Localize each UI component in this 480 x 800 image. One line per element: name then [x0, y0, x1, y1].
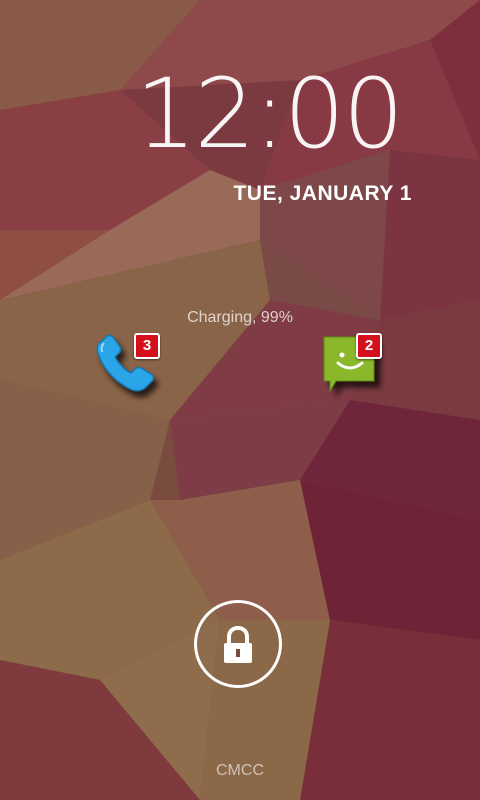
clock-time: 12:00	[135, 58, 404, 170]
unlock-button[interactable]	[194, 600, 282, 688]
missed-calls-notification[interactable]: 3	[92, 333, 162, 403]
lock-icon	[224, 625, 252, 663]
charging-status: Charging, 99%	[187, 309, 293, 326]
lock-screen: 12:00 TUE, JANUARY 1 Charging, 99% 3 2 C…	[0, 0, 480, 800]
carrier-label: CMCC	[216, 762, 264, 779]
missed-calls-badge: 3	[134, 333, 160, 359]
unread-messages-notification[interactable]: 2	[316, 333, 386, 403]
date-label: TUE, JANUARY 1	[233, 182, 412, 205]
unread-messages-badge: 2	[356, 333, 382, 359]
